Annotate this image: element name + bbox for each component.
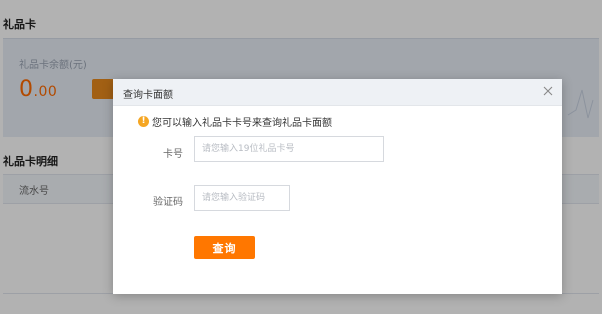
- verification-code-input[interactable]: [194, 185, 290, 211]
- tip-message: ! 您可以输入礼品卡卡号来查询礼品卡面额: [138, 114, 332, 129]
- tip-text: 您可以输入礼品卡卡号来查询礼品卡面额: [152, 118, 332, 129]
- card-number-input[interactable]: [194, 136, 384, 162]
- query-card-dialog: 查询卡面额 ! 您可以输入礼品卡卡号来查询礼品卡面额 卡号 验证码 查询: [113, 79, 562, 294]
- query-button[interactable]: 查询: [194, 236, 255, 259]
- dialog-header: 查询卡面额: [113, 79, 562, 106]
- card-number-label: 卡号: [163, 149, 183, 160]
- verification-code-label: 验证码: [153, 197, 183, 208]
- warning-icon: !: [138, 116, 149, 127]
- dialog-title: 查询卡面额: [123, 90, 173, 101]
- close-icon[interactable]: [540, 83, 556, 99]
